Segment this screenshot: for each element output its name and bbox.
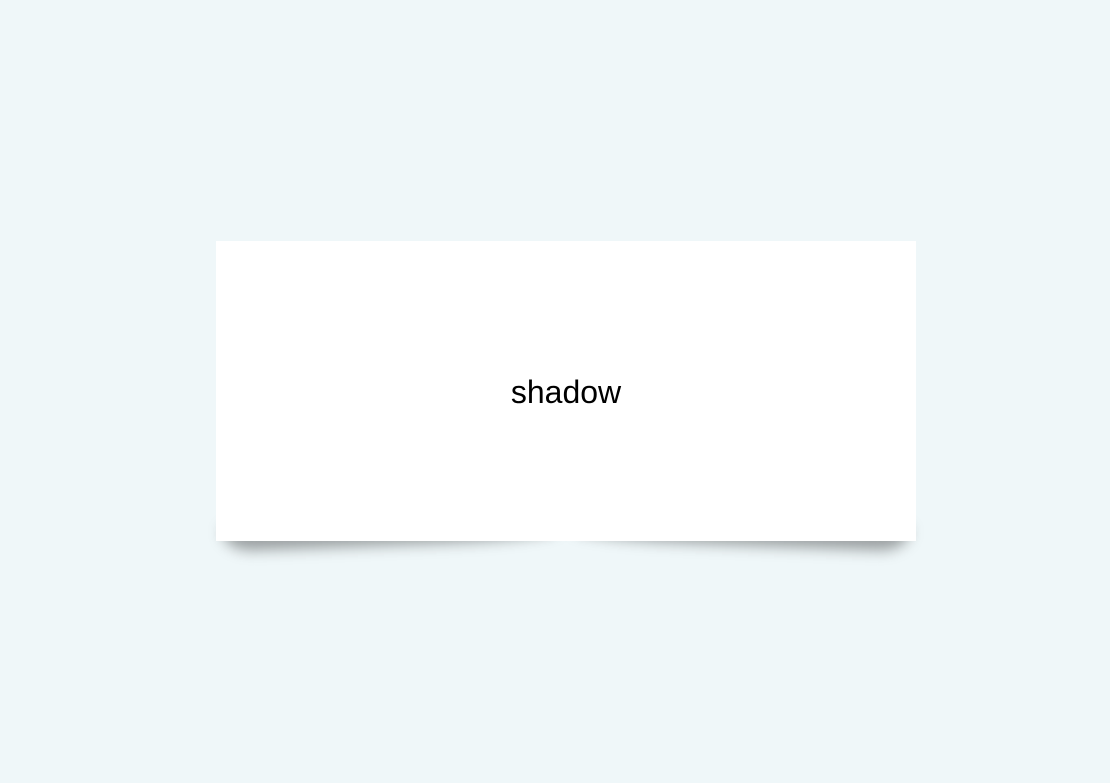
card-label: shadow (510, 374, 622, 410)
page-background: { "card": { "label": "shadow" }, "colors… (0, 0, 1110, 783)
shadow-card: shadow (216, 241, 916, 541)
shadow-card-container: shadow (216, 241, 916, 541)
